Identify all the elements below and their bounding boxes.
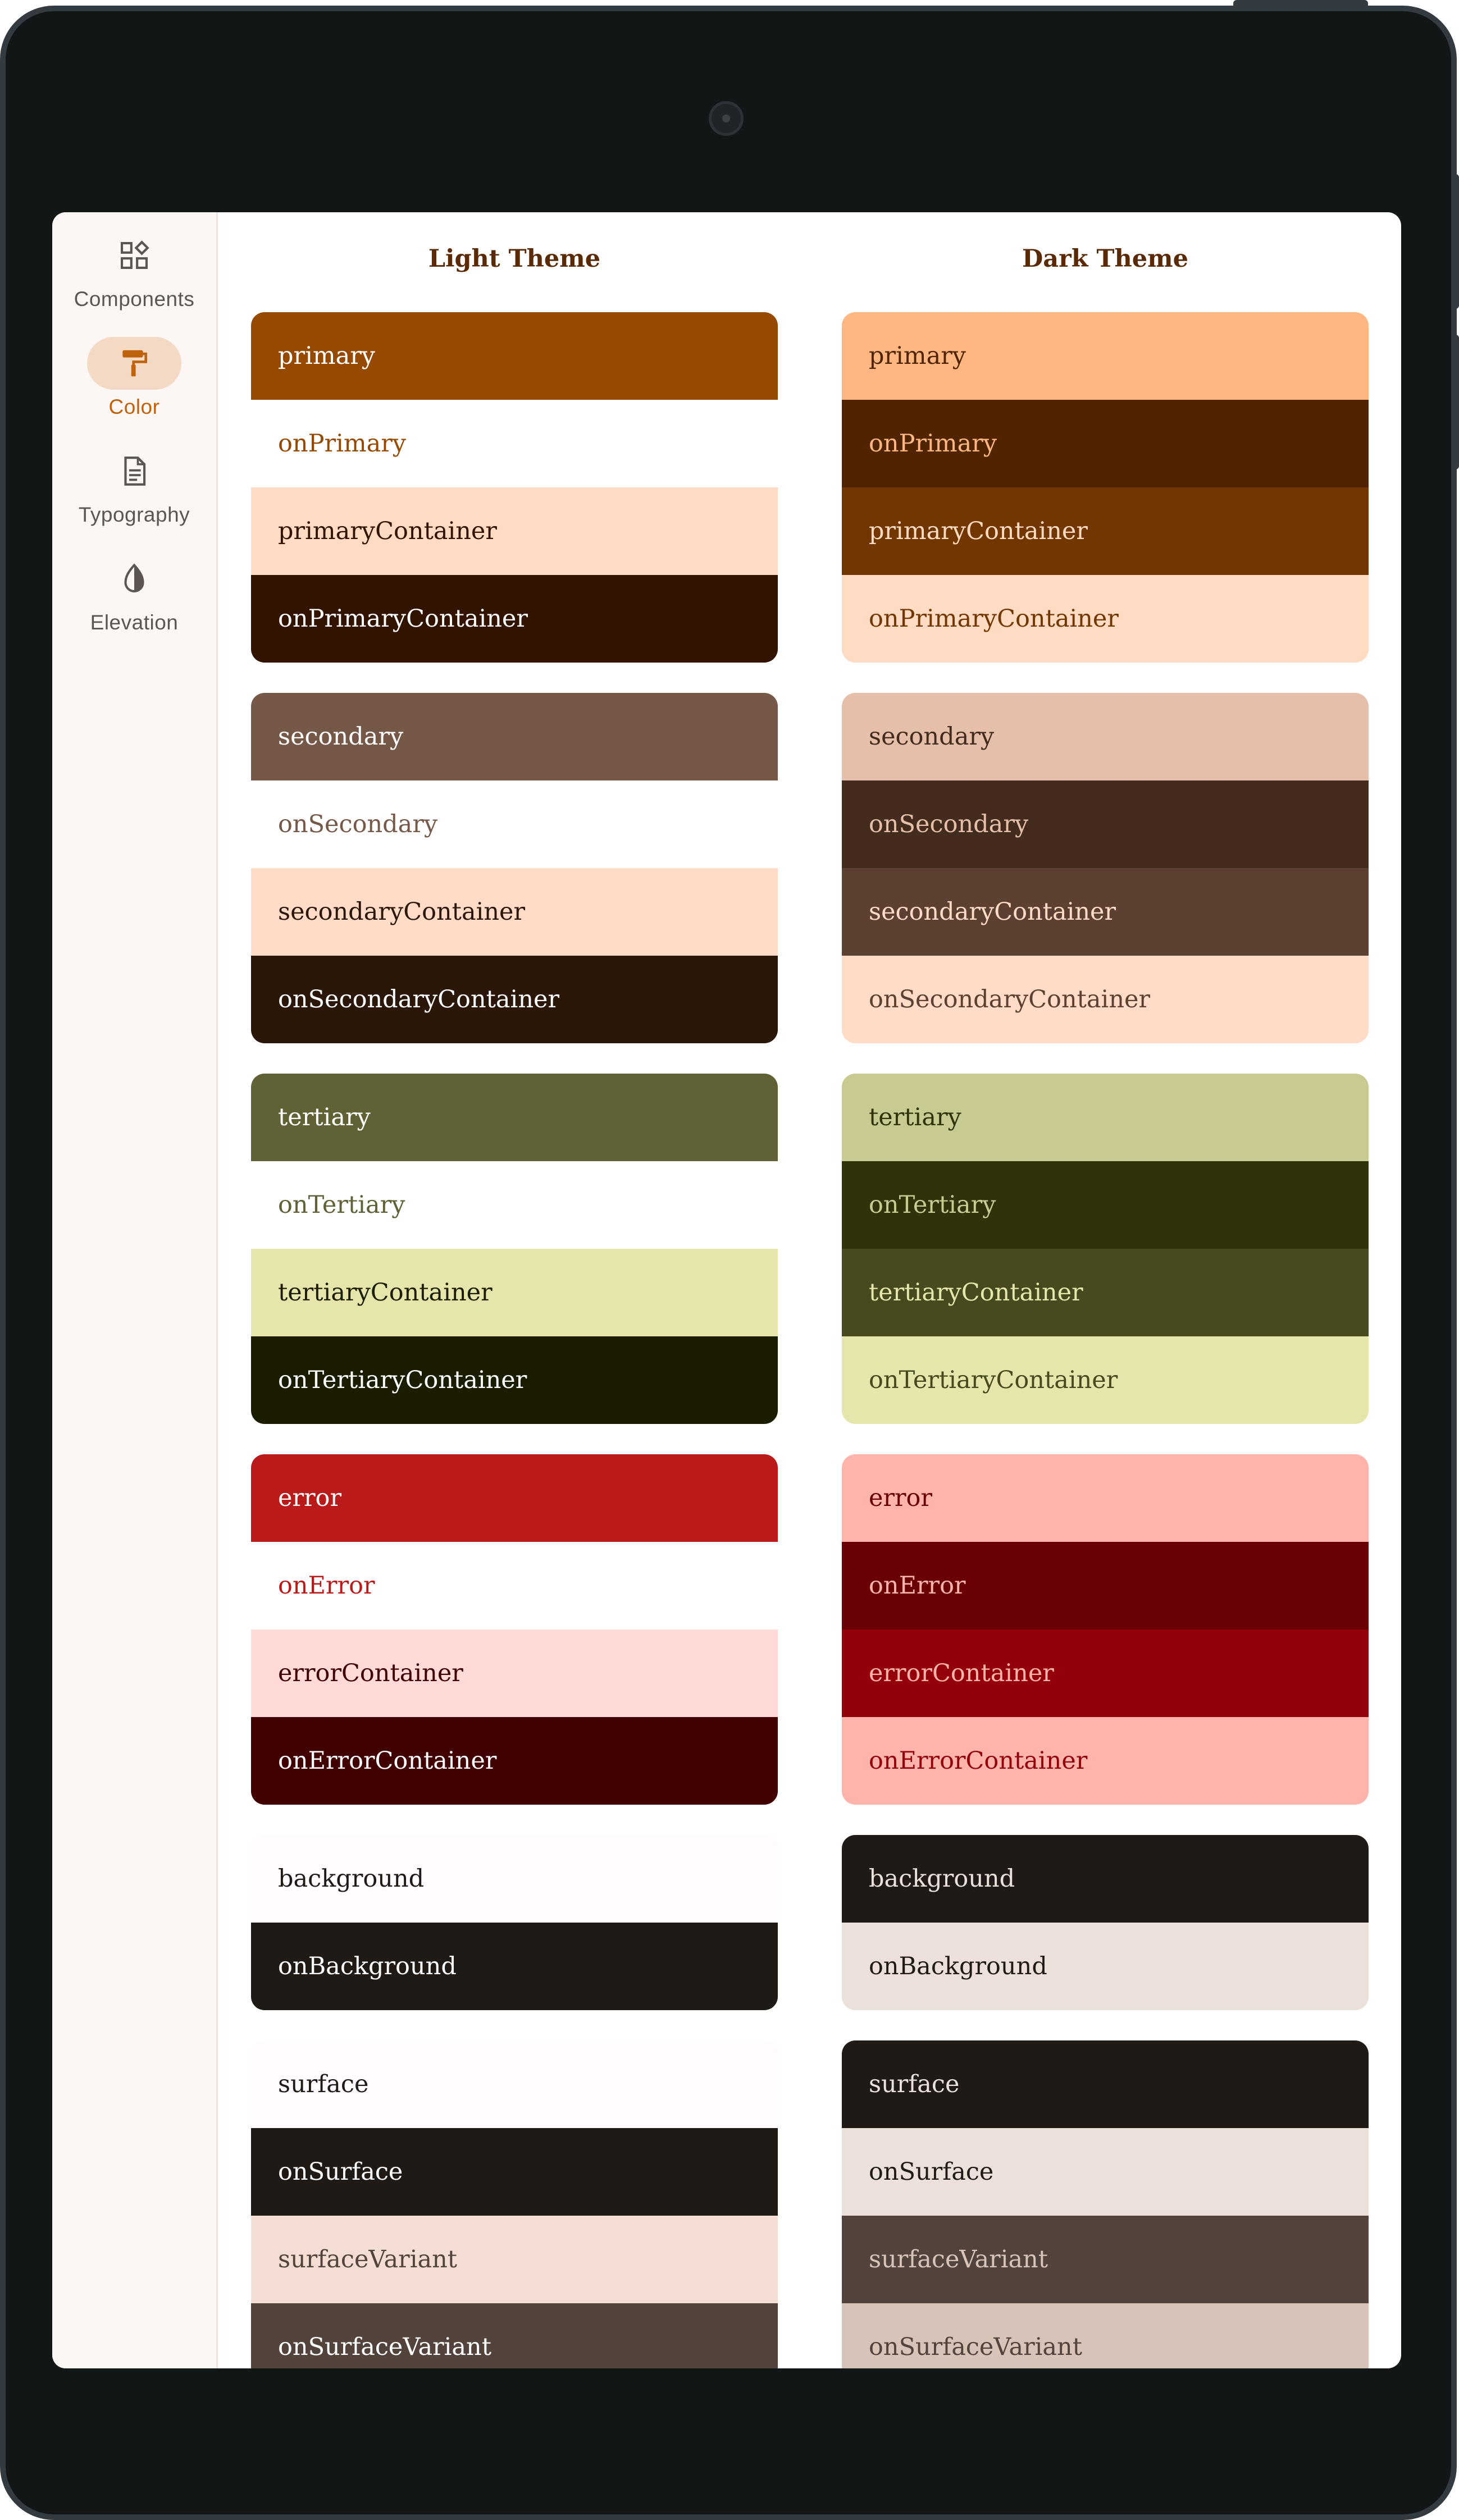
- nav-item-typography[interactable]: Typography: [52, 445, 216, 527]
- color-swatch-row: onSurfaceVariant: [251, 2303, 778, 2368]
- color-swatch-row: onSecondaryContainer: [842, 956, 1369, 1043]
- color-swatch-row: error: [251, 1454, 778, 1542]
- color-swatch-row: onSecondaryContainer: [251, 956, 778, 1043]
- nav-pill: [87, 553, 181, 605]
- dark-color-card: tertiary onTertiary tertiaryContainer onTer…: [842, 1074, 1369, 1424]
- dark-color-card: background onBackground: [842, 1835, 1369, 2010]
- light-theme-heading: Light Theme: [428, 245, 601, 273]
- color-swatch-row: onErrorContainer: [842, 1717, 1369, 1805]
- color-swatch-row: onError: [251, 1542, 778, 1629]
- color-swatch-row: primary: [842, 312, 1369, 400]
- color-swatch-row: secondary: [251, 693, 778, 780]
- nav-pill-active: [87, 337, 181, 390]
- color-swatch-row: onBackground: [251, 1923, 778, 2010]
- front-camera: [709, 101, 744, 136]
- color-swatch-row: onTertiaryContainer: [251, 1336, 778, 1424]
- power-button: [1233, 0, 1368, 8]
- color-swatch-row: onPrimary: [251, 400, 778, 487]
- color-swatch-row: onPrimary: [842, 400, 1369, 487]
- nav-label: Color: [108, 395, 160, 418]
- color-swatch-row: onSecondary: [842, 780, 1369, 868]
- light-color-card: tertiary onTertiary tertiaryContainer onTer…: [251, 1074, 778, 1424]
- volume-up-button: [1453, 174, 1459, 309]
- color-swatch-row: onTertiaryContainer: [842, 1336, 1369, 1424]
- light-color-card: secondary onSecondary secondaryContainer on…: [251, 693, 778, 1043]
- paint-roller-icon: [122, 350, 147, 377]
- color-swatch-row: secondary: [842, 693, 1369, 780]
- color-swatch-row: background: [842, 1835, 1369, 1923]
- nav-item-components[interactable]: Components: [52, 229, 216, 311]
- navigation-rail: Components Color Typography Elevation: [52, 212, 218, 2368]
- dark-theme-heading: Dark Theme: [1022, 245, 1189, 273]
- color-swatch-row: error: [842, 1454, 1369, 1542]
- color-swatch-row: tertiaryContainer: [251, 1249, 778, 1336]
- light-color-card: surface onSurface surfaceVariant onSurfaceV…: [251, 2040, 778, 2368]
- article-icon: [124, 456, 146, 486]
- dark-color-card: error onError errorContainer onErrorContain…: [842, 1454, 1369, 1805]
- color-swatch-row: primaryContainer: [842, 487, 1369, 575]
- dark-color-card: surface onSurface surfaceVariant onSurfaceV…: [842, 2040, 1369, 2368]
- contrast-icon: [124, 563, 144, 592]
- color-swatch-row: onErrorContainer: [251, 1717, 778, 1805]
- widgets-icon: [120, 240, 149, 270]
- nav-item-color[interactable]: Color: [52, 337, 216, 419]
- color-swatch-row: onError: [842, 1542, 1369, 1629]
- color-swatch-row: tertiary: [251, 1074, 778, 1161]
- color-swatch-row: onTertiary: [251, 1161, 778, 1249]
- color-swatch-row: surface: [251, 2040, 778, 2128]
- color-swatch-row: tertiary: [842, 1074, 1369, 1161]
- color-swatch-row: onPrimaryContainer: [842, 575, 1369, 663]
- color-swatch-row: surface: [842, 2040, 1369, 2128]
- color-swatch-row: surfaceVariant: [251, 2216, 778, 2303]
- nav-label: Typography: [78, 503, 190, 526]
- dark-color-card: primary onPrimary primaryContainer onPrimar…: [842, 312, 1369, 663]
- color-swatch-row: onTertiary: [842, 1161, 1369, 1249]
- light-color-card: primary onPrimary primaryContainer onPrimar…: [251, 312, 778, 663]
- nav-pill: [87, 229, 181, 282]
- nav-label: Elevation: [90, 611, 179, 634]
- light-color-card: error onError errorContainer onErrorContain…: [251, 1454, 778, 1805]
- color-swatch-row: onPrimaryContainer: [251, 575, 778, 663]
- dark-color-card: secondary onSecondary secondaryContainer on…: [842, 693, 1369, 1043]
- nav-item-elevation[interactable]: Elevation: [52, 553, 216, 634]
- color-swatch-row: primary: [251, 312, 778, 400]
- light-color-card: background onBackground: [251, 1835, 778, 2010]
- color-swatch-row: tertiaryContainer: [842, 1249, 1369, 1336]
- nav-label: Components: [74, 287, 195, 311]
- color-swatch-row: onBackground: [842, 1923, 1369, 2010]
- color-swatch-row: secondaryContainer: [842, 868, 1369, 956]
- color-swatch-row: onSecondary: [251, 780, 778, 868]
- color-swatch-row: onSurface: [842, 2128, 1369, 2216]
- color-swatch-row: primaryContainer: [251, 487, 778, 575]
- volume-down-button: [1453, 335, 1459, 469]
- nav-pill: [87, 445, 181, 497]
- color-swatch-row: errorContainer: [842, 1629, 1369, 1717]
- color-swatch-row: surfaceVariant: [842, 2216, 1369, 2303]
- app-screen: Components Color Typography Elevation Li…: [52, 212, 1401, 2368]
- color-swatch-row: secondaryContainer: [251, 868, 778, 956]
- color-swatch-row: background: [251, 1835, 778, 1923]
- color-swatch-row: errorContainer: [251, 1629, 778, 1717]
- color-swatch-row: onSurface: [251, 2128, 778, 2216]
- color-swatch-row: onSurfaceVariant: [842, 2303, 1369, 2368]
